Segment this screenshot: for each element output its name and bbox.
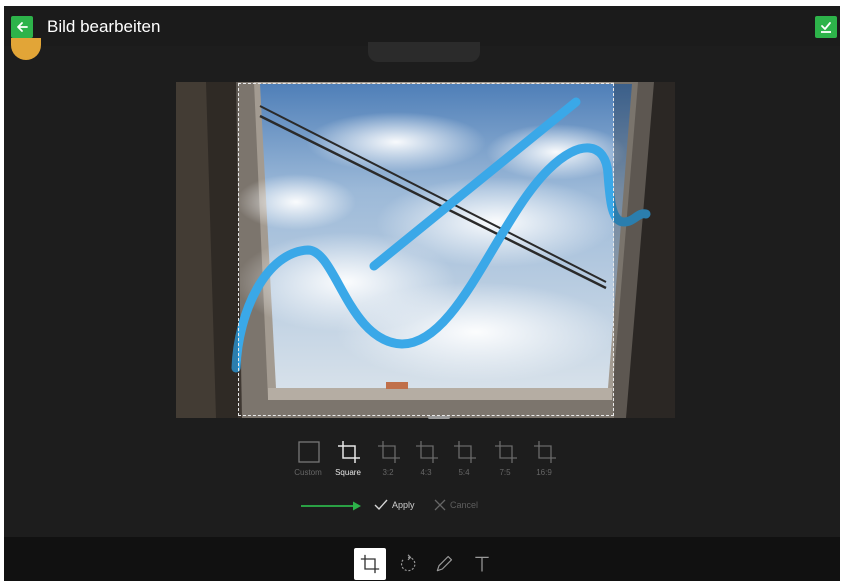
cancel-label: Cancel [450,500,479,510]
crop-icon [416,441,438,463]
cancel-button[interactable]: Cancel [434,496,478,514]
ratio-label: 16:9 [536,468,552,477]
bottom-toolbar [4,537,840,581]
crop-selection[interactable] [238,83,614,416]
page-title: Bild bearbeiten [47,17,161,36]
ratio-square[interactable]: Square [329,438,367,482]
draw-tool-button[interactable] [428,548,460,580]
crop-icon [534,441,556,463]
close-icon [434,499,446,511]
apply-button[interactable]: Apply [374,496,415,514]
rotate-tool-button[interactable] [392,548,424,580]
ratio-5-4[interactable]: 5:4 [445,438,483,482]
crop-icon [495,441,517,463]
save-button[interactable] [815,16,837,38]
check-icon [374,499,388,511]
crop-ratio-bar: Custom Square 3:2 4:3 5:4 7:5 16:9 [289,438,565,482]
apply-label: Apply [392,500,415,510]
crop-icon [338,441,360,463]
back-button[interactable] [11,16,33,38]
avatar [11,38,41,60]
crop-tool-button[interactable] [354,548,386,580]
hidden-toolbar-pill [368,42,480,62]
editor-window: Bild bearbeiten Custom Square 3:2 4:3 5:… [4,6,840,581]
crop-icon [360,554,380,574]
header-bar: Bild bearbeiten [4,6,840,46]
check-download-icon [821,22,831,33]
square-outline-icon [298,441,320,463]
ratio-custom[interactable]: Custom [289,438,327,482]
arrow-right-icon [301,501,361,511]
text-tool-button[interactable] [466,548,498,580]
crop-resize-handle[interactable] [428,416,450,419]
text-icon [475,556,489,572]
crop-icon [454,441,476,463]
pencil-icon [436,555,453,572]
crop-icon [378,441,400,463]
rotate-icon [400,554,416,572]
ratio-16-9[interactable]: 16:9 [525,438,563,482]
arrow-left-icon [17,22,28,32]
